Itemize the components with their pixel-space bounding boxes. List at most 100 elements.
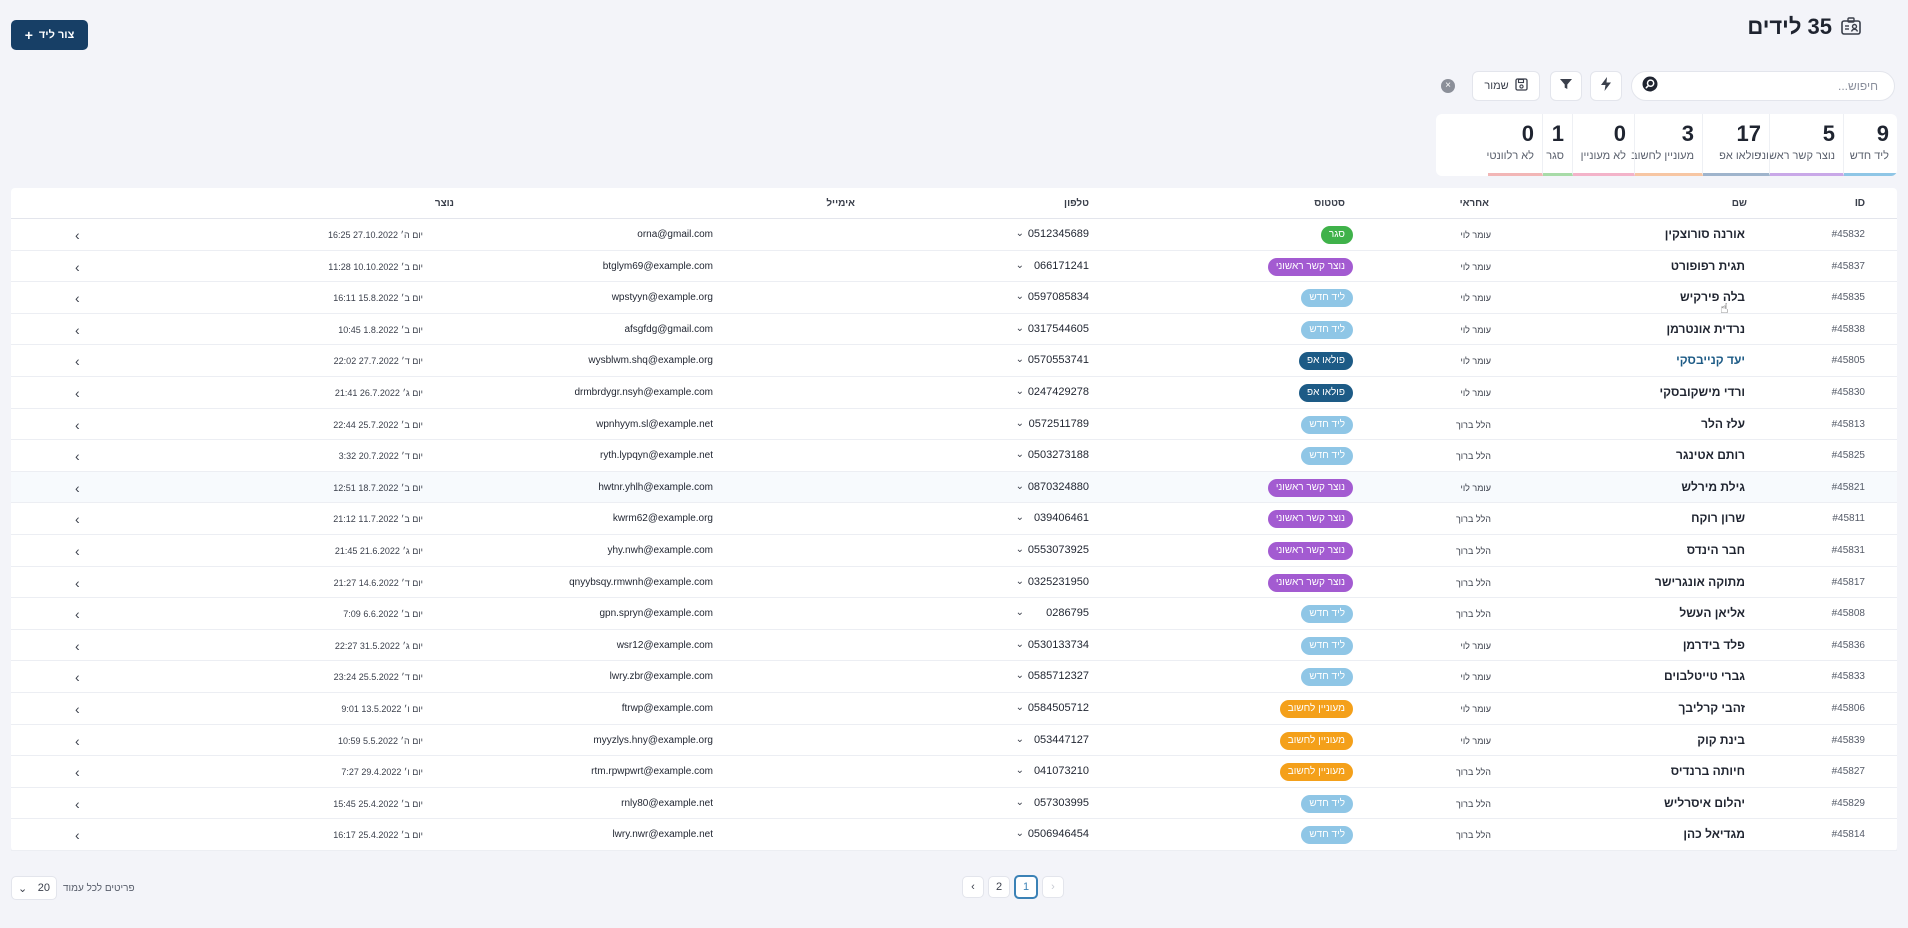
search-input[interactable]: חיפוש... xyxy=(1631,71,1895,101)
lead-phone[interactable]: 0585712327 xyxy=(1028,670,1089,682)
status-badge[interactable]: נוצר קשר ראשוני xyxy=(1267,510,1353,529)
phone-options-chevron-icon[interactable]: ⌄ xyxy=(1016,607,1024,618)
table-row[interactable]: #45837 תגית רפופורט עומר לוי נוצר קשר ראשונ… xyxy=(11,251,1897,283)
automation-button[interactable] xyxy=(1590,71,1622,101)
open-lead-chevron-icon[interactable]: ‹ xyxy=(75,511,80,527)
lead-email[interactable]: myyzlys.hny@example.org xyxy=(593,735,713,746)
next-page-button[interactable]: › xyxy=(1042,876,1064,898)
lead-name[interactable]: בינת קוק xyxy=(1697,733,1745,747)
lead-phone[interactable]: 066171241 xyxy=(1034,260,1089,272)
lead-phone[interactable]: 0286795 xyxy=(1046,607,1089,619)
open-lead-chevron-icon[interactable]: ‹ xyxy=(75,290,80,306)
lead-email[interactable]: wpstyyn@example.org xyxy=(612,292,713,303)
lead-phone[interactable]: 0597085834 xyxy=(1028,291,1089,303)
table-row[interactable]: #45825 רותם אטינגר הלל ברוך ליד חדש 05032731… xyxy=(11,440,1897,472)
lead-email[interactable]: qnyybsqy.rmwnh@example.com xyxy=(569,577,713,588)
status-badge[interactable]: מעוניין לחשוב xyxy=(1279,763,1353,782)
table-row[interactable]: #45808 אליאן העשל הלל ברוך ליד חדש 0286795 ⌄ g… xyxy=(11,598,1897,630)
table-row[interactable]: #45827 חיותה ברנדיס הלל ברוך מעוניין לחשוב 0… xyxy=(11,756,1897,788)
open-lead-chevron-icon[interactable]: ‹ xyxy=(75,575,80,591)
table-row[interactable]: #45832 אורנה סורוצקין עומר לוי סגר 051234568… xyxy=(11,219,1897,251)
lead-name[interactable]: נרדית אונטרמן xyxy=(1666,322,1745,336)
col-email[interactable]: אימייל xyxy=(826,198,855,209)
stat-card[interactable]: 17 פולאו אפ xyxy=(1703,114,1770,176)
phone-options-chevron-icon[interactable]: ⌄ xyxy=(1016,734,1024,745)
table-row[interactable]: #45813 עלז הלר הלל ברוך ליד חדש 0572511789 ⌄ w… xyxy=(11,409,1897,441)
table-row[interactable]: #45839 בינת קוק עומר לוי מעוניין לחשוב 05344… xyxy=(11,725,1897,757)
stat-card[interactable]: 3 מעוניין לחשוב xyxy=(1631,114,1703,176)
lead-phone[interactable]: 0570553741 xyxy=(1028,354,1089,366)
table-row[interactable]: #45821 גילת מירלש עומר לוי נוצר קשר ראשוני 0… xyxy=(11,471,1897,504)
open-lead-chevron-icon[interactable]: ‹ xyxy=(75,353,80,369)
status-badge[interactable]: נוצר קשר ראשוני xyxy=(1267,478,1353,497)
phone-options-chevron-icon[interactable]: ⌄ xyxy=(1016,418,1024,429)
lead-email[interactable]: afsgfdg@gmail.com xyxy=(624,324,713,335)
open-lead-chevron-icon[interactable]: ‹ xyxy=(75,417,80,433)
lead-name[interactable]: אורנה סורוצקין xyxy=(1665,227,1745,241)
status-badge[interactable]: מעוניין לחשוב xyxy=(1279,699,1353,718)
lead-email[interactable]: lwry.zbr@example.com xyxy=(610,671,713,682)
lead-name[interactable]: פלד בידרמן xyxy=(1683,638,1745,652)
status-badge[interactable]: ליד חדש xyxy=(1301,826,1353,845)
open-lead-chevron-icon[interactable]: ‹ xyxy=(75,638,80,654)
lead-phone[interactable]: 0530133734 xyxy=(1028,639,1089,651)
lead-name[interactable]: שרון רוקח xyxy=(1691,511,1745,525)
lead-email[interactable]: wysblwm.shq@example.org xyxy=(588,355,713,366)
lead-name[interactable]: חיותה ברנדיס xyxy=(1671,764,1745,778)
status-badge[interactable]: נוצר קשר ראשוני xyxy=(1267,257,1353,276)
phone-options-chevron-icon[interactable]: ⌄ xyxy=(1016,639,1024,650)
col-id[interactable]: ID xyxy=(1855,198,1865,209)
lead-phone[interactable]: 0317544605 xyxy=(1028,323,1089,335)
open-lead-chevron-icon[interactable]: ‹ xyxy=(75,448,80,464)
lead-email[interactable]: lwry.nwr@example.net xyxy=(612,829,713,840)
phone-options-chevron-icon[interactable]: ⌄ xyxy=(1016,702,1024,713)
open-lead-chevron-icon[interactable]: ‹ xyxy=(75,669,80,685)
table-row[interactable]: #45833 גברי טייטלבוים עומר לוי ליד חדש 05857… xyxy=(11,661,1897,693)
phone-options-chevron-icon[interactable]: ⌄ xyxy=(1016,291,1024,302)
lead-phone[interactable]: 0325231950 xyxy=(1028,576,1089,588)
stat-card[interactable]: 5 נוצר קשר ראשוני xyxy=(1759,114,1844,176)
table-row[interactable]: #45831 חבר הינדס הלל ברוך נוצר קשר ראשוני 05… xyxy=(11,535,1897,567)
status-badge[interactable]: ליד חדש xyxy=(1301,447,1353,466)
lead-name[interactable]: תגית רפופורט xyxy=(1671,259,1745,273)
status-badge[interactable]: ליד חדש xyxy=(1301,415,1353,434)
table-row[interactable]: #45817 מתוקה אונגרישר הלל ברוך נוצר קשר ראש… xyxy=(11,567,1897,599)
lead-phone[interactable]: 0572511789 xyxy=(1029,418,1089,430)
status-badge[interactable]: ליד חדש xyxy=(1301,636,1353,655)
stat-card[interactable]: 0 לא רלוונטי xyxy=(1486,114,1543,176)
lead-phone[interactable]: 0503273188 xyxy=(1028,449,1089,461)
lead-email[interactable]: ftrwp@example.com xyxy=(622,703,713,714)
per-page-select[interactable]: ⌄ 20 xyxy=(11,876,57,900)
open-lead-chevron-icon[interactable]: ‹ xyxy=(75,480,80,496)
open-lead-chevron-icon[interactable]: ‹ xyxy=(75,227,80,243)
lead-phone[interactable]: 0247429278 xyxy=(1028,386,1089,398)
open-lead-chevron-icon[interactable]: ‹ xyxy=(75,764,80,780)
lead-name[interactable]: רותם אטינגר xyxy=(1676,448,1745,462)
status-badge[interactable]: נוצר קשר ראשוני xyxy=(1267,573,1353,592)
phone-options-chevron-icon[interactable]: ⌄ xyxy=(1016,354,1024,365)
save-button[interactable]: שמור xyxy=(1472,71,1540,101)
status-badge[interactable]: ליד חדש xyxy=(1301,668,1353,687)
phone-options-chevron-icon[interactable]: ⌄ xyxy=(1016,544,1024,555)
lead-phone[interactable]: 041073210 xyxy=(1034,765,1089,777)
page-2-button[interactable]: 2 xyxy=(988,876,1010,898)
lead-name[interactable]: ורדי מישקובסקי xyxy=(1660,385,1745,399)
col-owner[interactable]: אחראי xyxy=(1460,198,1489,209)
status-badge[interactable]: ליד חדש xyxy=(1301,605,1353,624)
open-lead-chevron-icon[interactable]: ‹ xyxy=(75,543,80,559)
table-row[interactable]: #45836 פלד בידרמן עומר לוי ליד חדש 053013373… xyxy=(11,630,1897,662)
lead-email[interactable]: btglym69@example.com xyxy=(603,261,713,272)
lead-phone[interactable]: 0870324880 xyxy=(1028,481,1089,493)
lead-name[interactable]: יעד קנייבסקי xyxy=(1676,353,1745,367)
phone-options-chevron-icon[interactable]: ⌄ xyxy=(1016,228,1024,239)
open-lead-chevron-icon[interactable]: ‹ xyxy=(75,259,80,275)
stat-card[interactable]: 1 סגר xyxy=(1543,114,1573,176)
lead-name[interactable]: זהבי קרליבך xyxy=(1679,701,1746,715)
phone-options-chevron-icon[interactable]: ⌄ xyxy=(1016,765,1024,776)
col-created[interactable]: נוצר xyxy=(435,198,454,209)
table-row[interactable]: #45811 שרון רוקח הלל ברוך נוצר קשר ראשוני 03… xyxy=(11,503,1897,535)
open-lead-chevron-icon[interactable]: ‹ xyxy=(75,385,80,401)
table-row[interactable]: #45838 נרדית אונטרמן עומר לוי ליד חדש 031754… xyxy=(11,314,1897,346)
lead-name[interactable]: יהלום איסרליש xyxy=(1664,796,1745,810)
table-row[interactable]: #45835 בלה פירקיש עומר לוי ליד חדש 059708583… xyxy=(11,282,1897,314)
